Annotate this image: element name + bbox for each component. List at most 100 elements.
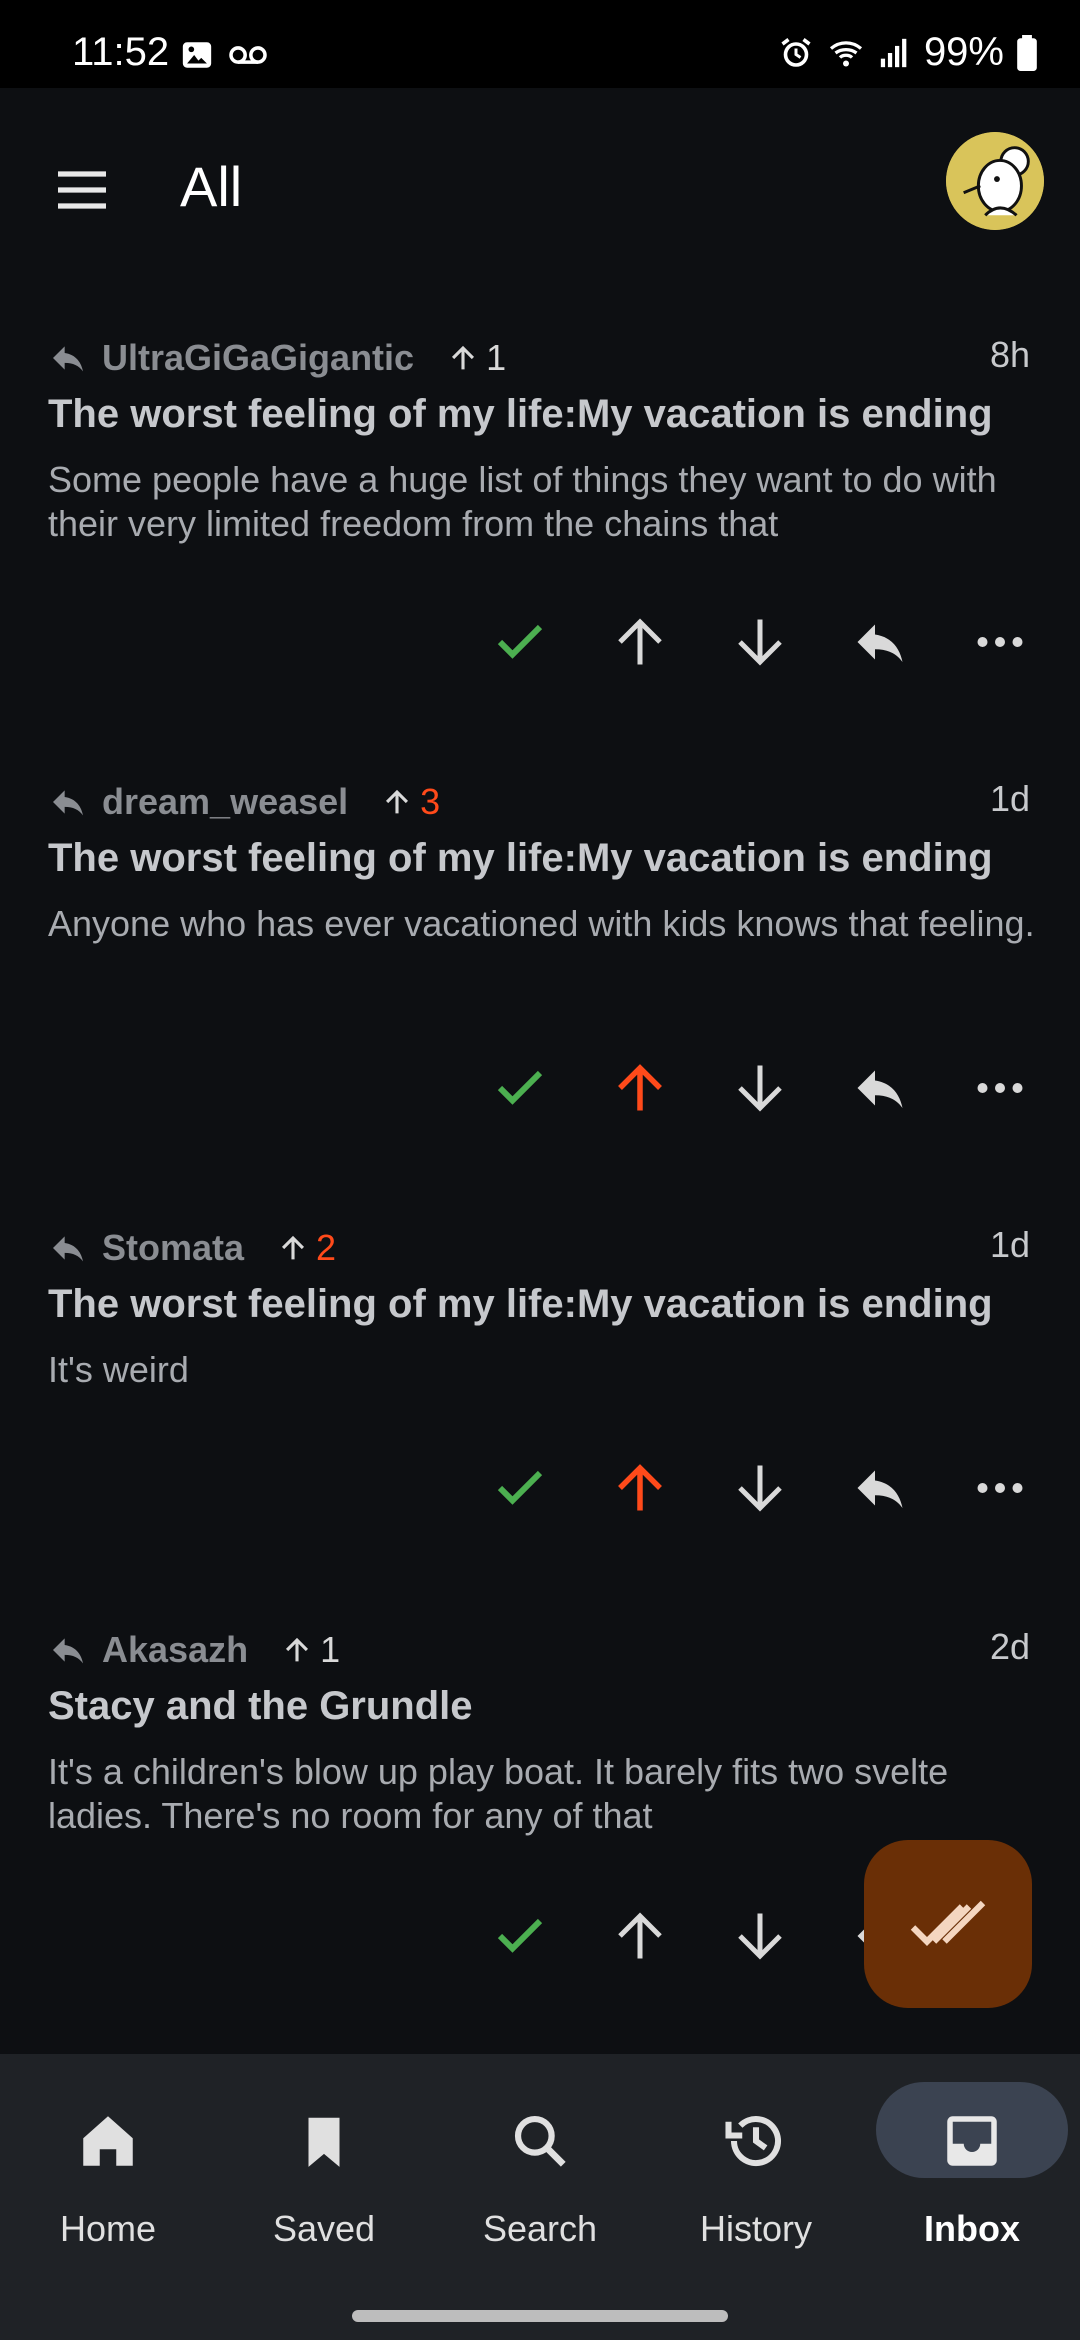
inbox-icon bbox=[933, 2102, 1011, 2180]
author-name[interactable]: dream_weasel bbox=[102, 781, 348, 823]
post-meta: Stomata 2 bbox=[48, 1218, 336, 1278]
more-button[interactable] bbox=[960, 602, 1040, 682]
list-item[interactable]: dream_weasel 3 1d The worst feeling of m… bbox=[0, 772, 1080, 1152]
arrow-down-icon bbox=[738, 619, 782, 666]
more-button[interactable] bbox=[960, 1448, 1040, 1528]
upvote-button[interactable] bbox=[600, 1048, 680, 1128]
reply-button[interactable] bbox=[840, 1048, 920, 1128]
menu-button[interactable] bbox=[50, 158, 114, 222]
upvote-button[interactable] bbox=[600, 1896, 680, 1976]
score-value: 1 bbox=[486, 337, 507, 378]
post-meta: Akasazh 1 bbox=[48, 1620, 340, 1680]
alarm-icon bbox=[781, 37, 811, 67]
post-meta: UltraGiGaGigantic 1 bbox=[48, 328, 506, 388]
nav-history[interactable]: History bbox=[648, 2090, 864, 2290]
downvote-button[interactable] bbox=[720, 1896, 800, 1976]
nav-label: Inbox bbox=[924, 2208, 1020, 2249]
score: 2 bbox=[276, 1227, 336, 1269]
post-title[interactable]: The worst feeling of my life:My vacation… bbox=[48, 836, 1028, 881]
reply-icon bbox=[53, 790, 83, 816]
bookmark-icon bbox=[285, 2102, 363, 2180]
check-icon bbox=[497, 1070, 543, 1105]
nav-label: History bbox=[699, 2208, 812, 2249]
double-check-icon bbox=[910, 1900, 986, 1946]
nav-label: Home bbox=[59, 2208, 157, 2249]
list-item[interactable]: Stomata 2 1d The worst feeling of my lif… bbox=[0, 1218, 1080, 1538]
reply-icon bbox=[53, 1638, 83, 1664]
arrow-up-icon bbox=[618, 1464, 662, 1511]
post-meta: dream_weasel 3 bbox=[48, 772, 440, 832]
arrow-up-icon bbox=[386, 789, 409, 814]
reply-button[interactable] bbox=[840, 602, 920, 682]
check-icon bbox=[497, 1470, 543, 1505]
mark-read-button[interactable] bbox=[480, 1448, 560, 1528]
arrow-up-icon bbox=[286, 1637, 309, 1662]
score-value: 3 bbox=[420, 781, 441, 822]
score: 1 bbox=[280, 1629, 340, 1671]
nav-saved[interactable]: Saved bbox=[216, 2090, 432, 2290]
wifi-icon bbox=[829, 40, 862, 66]
score-value: 1 bbox=[320, 1629, 341, 1670]
reply-icon bbox=[857, 1070, 903, 1108]
mark-read-button[interactable] bbox=[480, 602, 560, 682]
author-name[interactable]: Stomata bbox=[102, 1227, 244, 1269]
avatar[interactable] bbox=[946, 132, 1044, 230]
status-left-icons bbox=[180, 38, 268, 72]
home-indicator[interactable] bbox=[352, 2310, 728, 2322]
post-title[interactable]: The worst feeling of my life:My vacation… bbox=[48, 392, 1028, 437]
mark-all-read-fab[interactable] bbox=[864, 1840, 1032, 2008]
reply-icon bbox=[53, 346, 83, 372]
mark-read-button[interactable] bbox=[480, 1048, 560, 1128]
history-icon bbox=[717, 2102, 795, 2180]
battery-icon bbox=[1017, 34, 1037, 71]
post-time: 1d bbox=[989, 778, 1030, 819]
action-row bbox=[480, 602, 1040, 682]
page-title: All bbox=[180, 155, 243, 218]
mark-read-button[interactable] bbox=[480, 1896, 560, 1976]
reply-icon bbox=[857, 1470, 903, 1508]
status-right: 99% bbox=[778, 30, 1038, 75]
nav-label: Search bbox=[482, 2208, 598, 2249]
action-row bbox=[480, 1048, 1040, 1128]
downvote-button[interactable] bbox=[720, 1448, 800, 1528]
post-title[interactable]: The worst feeling of my life:My vacation… bbox=[48, 1282, 1028, 1327]
post-title[interactable]: Stacy and the Grundle bbox=[48, 1684, 1028, 1729]
signal-icon bbox=[880, 38, 907, 67]
upvote-button[interactable] bbox=[600, 1448, 680, 1528]
post-body: It's a children's blow up play boat. It … bbox=[48, 1751, 949, 1836]
arrow-up-icon bbox=[618, 1912, 662, 1959]
status-time: 11:52 bbox=[72, 30, 170, 74]
bottom-nav: Home Saved Search History Inbox bbox=[0, 2054, 1080, 2340]
score-value: 2 bbox=[316, 1227, 337, 1268]
home-icon bbox=[69, 2102, 147, 2180]
check-icon bbox=[497, 624, 543, 659]
downvote-button[interactable] bbox=[720, 602, 800, 682]
post-time: 2d bbox=[989, 1626, 1030, 1667]
post-body: It's weird bbox=[48, 1349, 189, 1390]
arrow-down-icon bbox=[738, 1913, 782, 1960]
arrow-down-icon bbox=[738, 1065, 782, 1112]
nav-home[interactable]: Home bbox=[0, 2090, 216, 2290]
downvote-button[interactable] bbox=[720, 1048, 800, 1128]
reply-icon bbox=[857, 624, 903, 662]
arrow-down-icon bbox=[738, 1465, 782, 1512]
author-name[interactable]: Akasazh bbox=[102, 1629, 248, 1671]
post-body: Some people have a huge list of things t… bbox=[48, 459, 997, 544]
more-button[interactable] bbox=[960, 1048, 1040, 1128]
hamburger-menu-icon bbox=[58, 171, 106, 209]
nav-inbox[interactable]: Inbox bbox=[864, 2082, 1080, 2290]
arrow-up-icon bbox=[282, 1235, 305, 1260]
author-name[interactable]: UltraGiGaGigantic bbox=[102, 337, 414, 379]
score: 1 bbox=[446, 337, 506, 379]
nav-search[interactable]: Search bbox=[432, 2090, 648, 2290]
nav-label: Saved bbox=[272, 2208, 376, 2249]
list-item[interactable]: UltraGiGaGigantic 1 8h The worst feeling… bbox=[0, 328, 1080, 708]
reply-button[interactable] bbox=[840, 1448, 920, 1528]
search-icon bbox=[501, 2102, 579, 2180]
score: 3 bbox=[380, 781, 440, 823]
voicemail-icon bbox=[229, 46, 267, 64]
post-time: 8h bbox=[989, 334, 1030, 375]
upvote-button[interactable] bbox=[600, 602, 680, 682]
arrow-up-icon bbox=[452, 345, 475, 370]
status-bar: 11:52 99% bbox=[0, 0, 1080, 88]
